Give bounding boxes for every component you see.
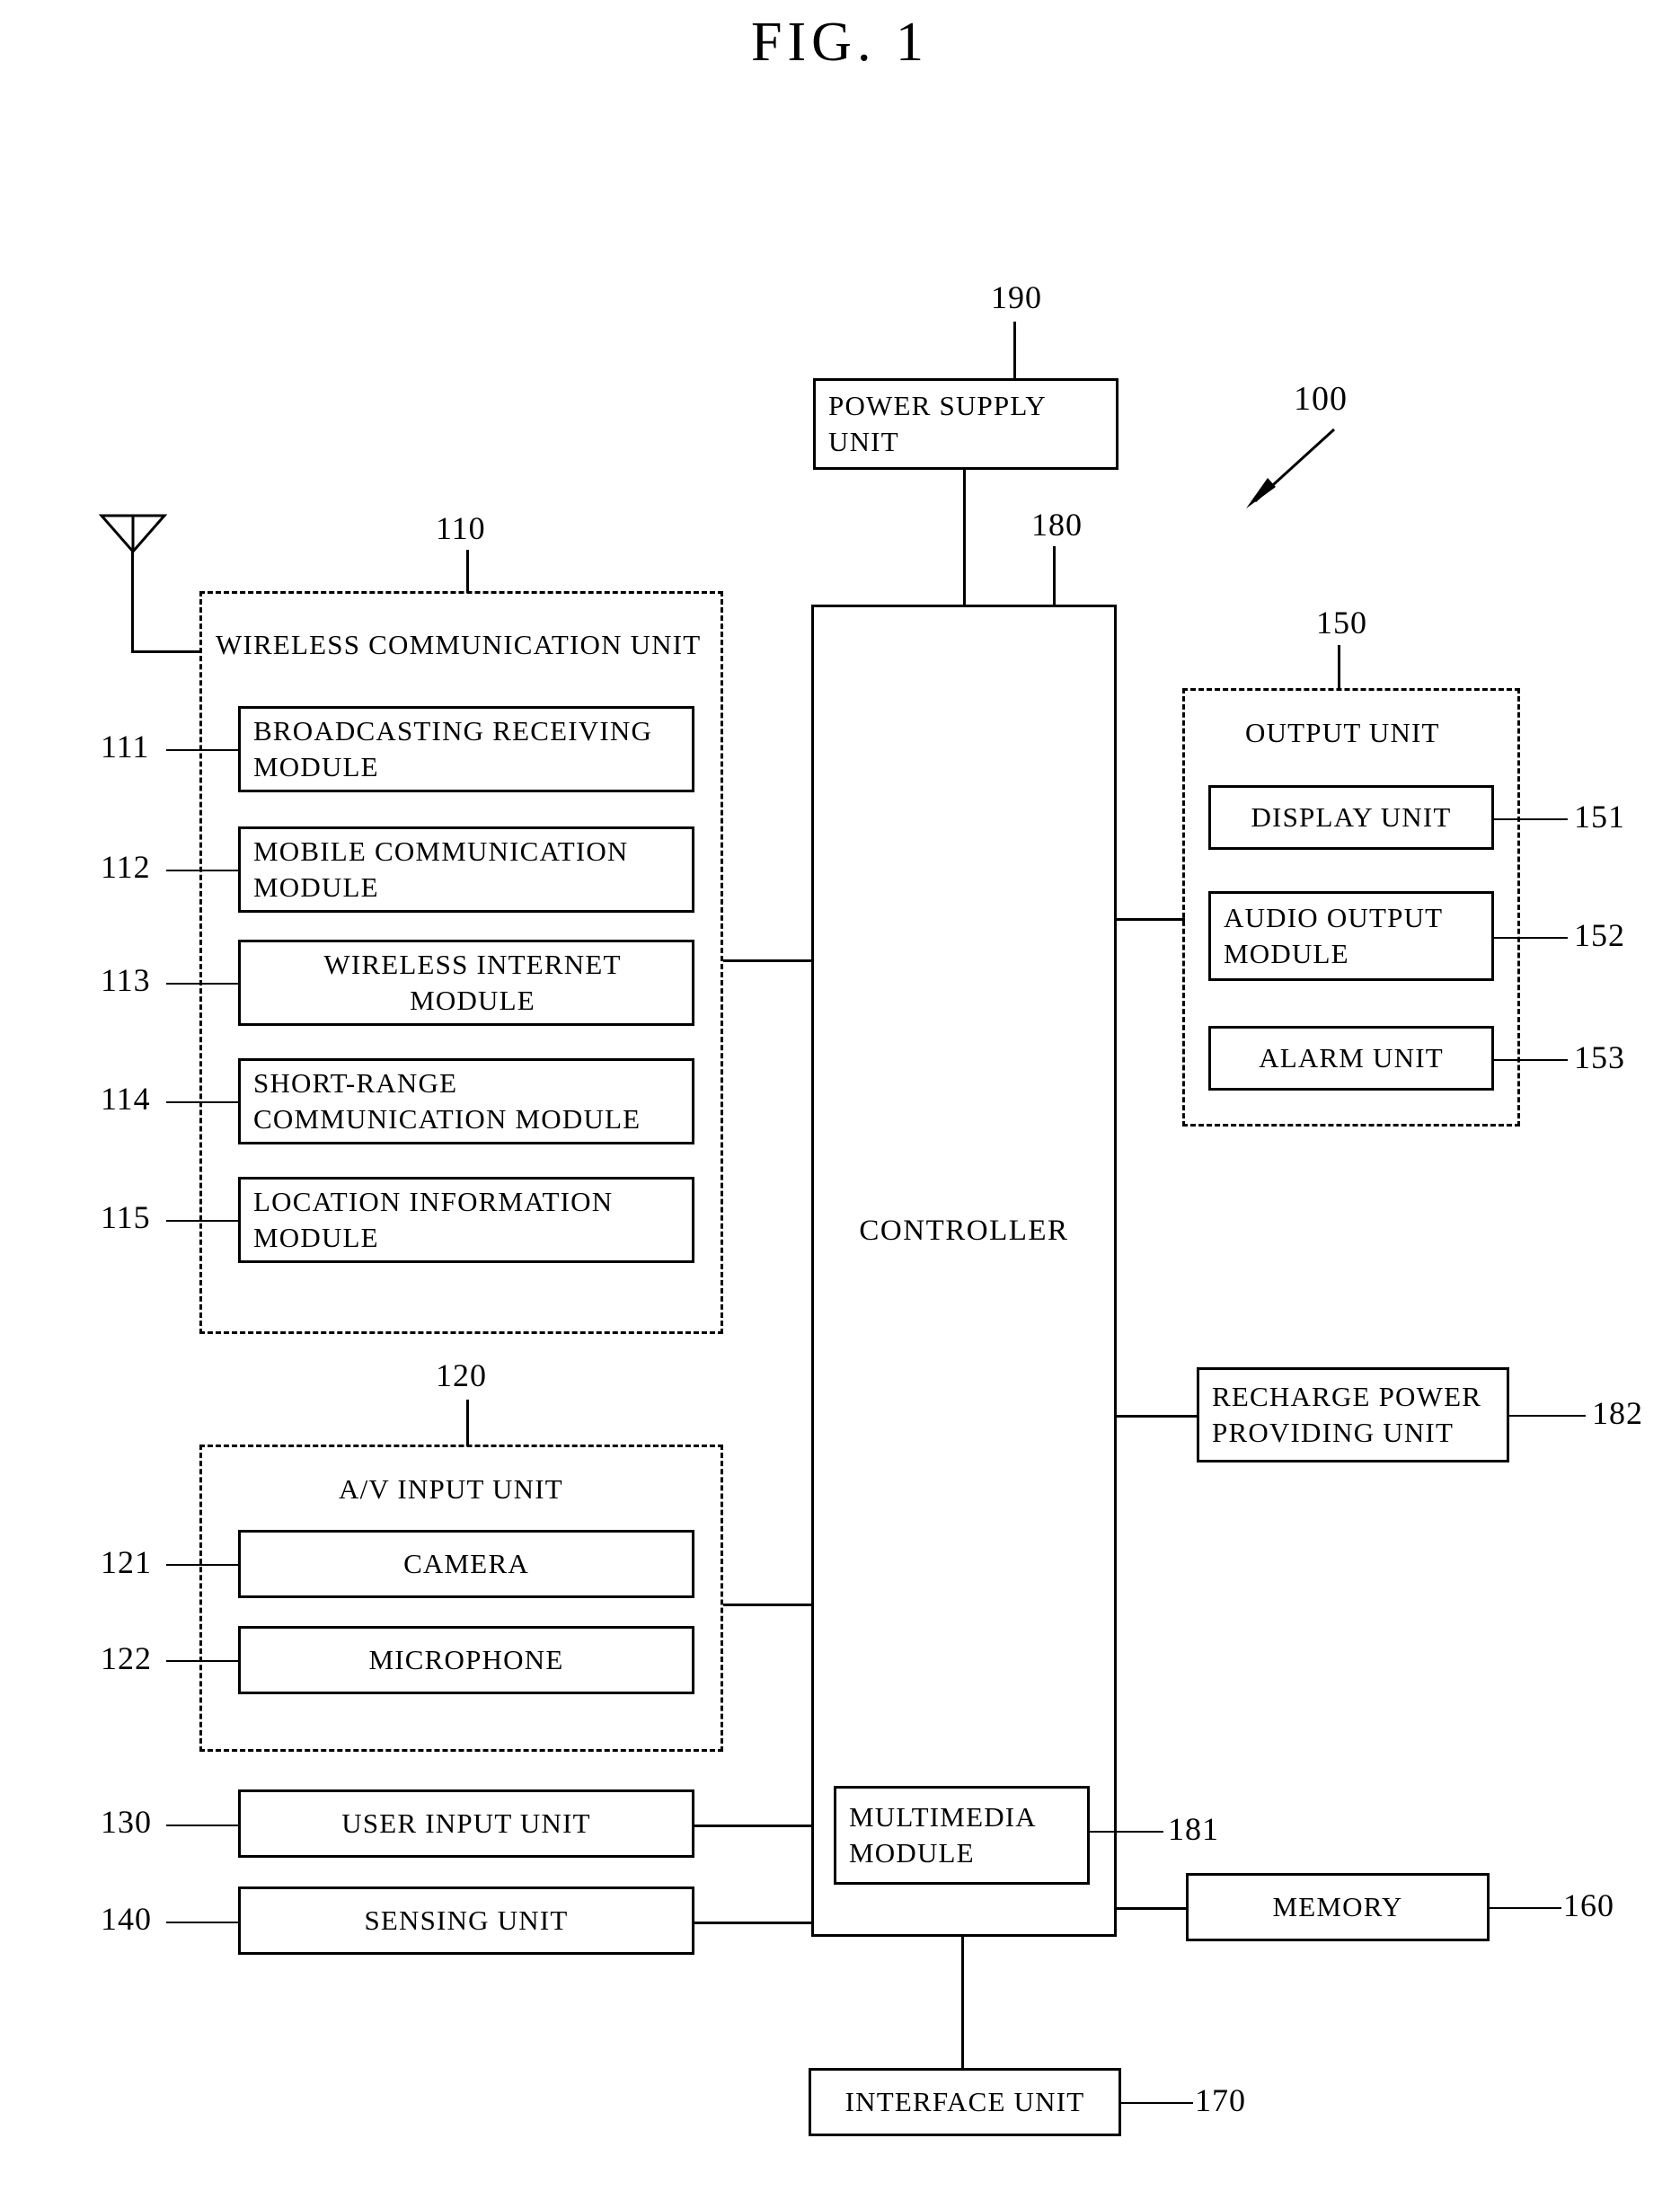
- user-input-to-controller-line: [694, 1825, 813, 1827]
- power-supply-unit-box[interactable]: POWER SUPPLY UNIT: [813, 378, 1119, 470]
- ref-170-leader: [1121, 2102, 1193, 2104]
- user-input-unit-label: USER INPUT UNIT: [341, 1807, 591, 1840]
- memory-box[interactable]: MEMORY: [1186, 1873, 1490, 1941]
- ref-190-leader: [1013, 322, 1016, 378]
- alarm-unit-box[interactable]: ALARM UNIT: [1208, 1026, 1494, 1091]
- ref-115: 115: [101, 1199, 151, 1235]
- ref-121-leader: [166, 1564, 240, 1566]
- ref-121: 121: [101, 1544, 152, 1580]
- wireless-communication-unit-title: WIRELESS COMMUNICATION UNIT: [216, 629, 702, 660]
- controller-to-recharge-line: [1117, 1415, 1199, 1418]
- location-information-module-box[interactable]: LOCATION INFORMATION MODULE: [238, 1177, 694, 1263]
- ref-100: 100: [1294, 380, 1348, 418]
- antenna-mast-line: [131, 550, 134, 650]
- ref-115-leader: [166, 1220, 240, 1222]
- ref-120: 120: [436, 1357, 487, 1393]
- wireless-internet-module-box[interactable]: WIRELESS INTERNET MODULE: [238, 940, 694, 1026]
- ref-120-leader: [466, 1400, 469, 1446]
- ref-181-leader: [1090, 1831, 1163, 1833]
- ref-180-leader: [1053, 546, 1056, 605]
- ref-122: 122: [101, 1640, 152, 1676]
- ref-153: 153: [1574, 1039, 1625, 1075]
- av-input-unit-title: A/V INPUT UNIT: [339, 1473, 563, 1505]
- ref-190: 190: [991, 279, 1042, 315]
- patent-figure-page: FIG. 1 WIRELESS COMMUNICATION UNIT 110 B…: [0, 0, 1680, 2209]
- microphone-box[interactable]: MICROPHONE: [238, 1626, 694, 1694]
- leader-arrow-icon: [1246, 428, 1336, 508]
- multimedia-module-label: MULTIMEDIA MODULE: [849, 1801, 1037, 1869]
- wireless-to-controller-line: [723, 959, 813, 962]
- audio-output-module-label: AUDIO OUTPUT MODULE: [1224, 902, 1444, 969]
- ref-170: 170: [1195, 2082, 1246, 2118]
- camera-label: CAMERA: [403, 1548, 529, 1580]
- short-range-communication-module-box[interactable]: SHORT-RANGE COMMUNICATION MODULE: [238, 1058, 694, 1144]
- ref-181: 181: [1168, 1811, 1219, 1847]
- ref-122-leader: [166, 1660, 240, 1662]
- ref-113: 113: [101, 962, 151, 998]
- ref-114: 114: [101, 1081, 151, 1117]
- broadcasting-receiving-module-box[interactable]: BROADCASTING RECEIVING MODULE: [238, 706, 694, 792]
- user-input-unit-box[interactable]: USER INPUT UNIT: [238, 1789, 694, 1858]
- ref-160-leader: [1490, 1907, 1561, 1909]
- power-supply-unit-label: POWER SUPPLY UNIT: [828, 390, 1047, 457]
- ref-130: 130: [101, 1804, 152, 1840]
- multimedia-module-box[interactable]: MULTIMEDIA MODULE: [834, 1786, 1090, 1885]
- output-unit-title: OUTPUT UNIT: [1245, 717, 1440, 748]
- power-to-controller-line: [963, 470, 966, 605]
- audio-output-module-box[interactable]: AUDIO OUTPUT MODULE: [1208, 891, 1494, 981]
- ref-182-leader: [1509, 1415, 1586, 1417]
- ref-150: 150: [1316, 605, 1367, 641]
- ref-140-leader: [166, 1922, 240, 1923]
- ref-110-leader: [466, 550, 469, 593]
- recharge-power-providing-unit-label: RECHARGE POWER PROVIDING UNIT: [1212, 1381, 1482, 1448]
- ref-130-leader: [166, 1825, 240, 1826]
- sensing-unit-label: SENSING UNIT: [364, 1904, 569, 1937]
- ref-151-leader: [1494, 818, 1568, 820]
- wireless-internet-module-label: WIRELESS INTERNET MODULE: [323, 949, 622, 1016]
- ref-140: 140: [101, 1901, 152, 1937]
- ref-111-leader: [166, 749, 240, 751]
- ref-150-leader: [1338, 645, 1340, 690]
- ref-152: 152: [1574, 917, 1625, 953]
- interface-unit-box[interactable]: INTERFACE UNIT: [809, 2068, 1121, 2136]
- sensing-to-controller-line: [694, 1922, 813, 1924]
- ref-160: 160: [1563, 1887, 1614, 1923]
- ref-110: 110: [436, 510, 486, 546]
- av-to-controller-line: [723, 1604, 813, 1606]
- memory-label: MEMORY: [1272, 1891, 1403, 1923]
- microphone-label: MICROPHONE: [368, 1644, 564, 1676]
- broadcasting-receiving-module-label: BROADCASTING RECEIVING MODULE: [253, 715, 653, 782]
- interface-unit-label: INTERFACE UNIT: [844, 2086, 1085, 2118]
- mobile-communication-module-label: MOBILE COMMUNICATION MODULE: [253, 835, 629, 903]
- controller-to-interface-line: [961, 1936, 964, 2068]
- alarm-unit-label: ALARM UNIT: [1259, 1042, 1444, 1074]
- location-information-module-label: LOCATION INFORMATION MODULE: [253, 1186, 614, 1253]
- ref-182: 182: [1592, 1395, 1643, 1431]
- recharge-power-providing-unit-box[interactable]: RECHARGE POWER PROVIDING UNIT: [1197, 1367, 1509, 1462]
- display-unit-box[interactable]: DISPLAY UNIT: [1208, 785, 1494, 850]
- ref-112: 112: [101, 849, 151, 885]
- figure-title: FIG. 1: [751, 12, 929, 73]
- ref-114-leader: [166, 1101, 240, 1103]
- ref-111: 111: [101, 729, 150, 764]
- antenna-to-wireless-line: [131, 650, 201, 653]
- ref-151: 151: [1574, 799, 1625, 835]
- mobile-communication-module-box[interactable]: MOBILE COMMUNICATION MODULE: [238, 826, 694, 913]
- ref-113-leader: [166, 983, 240, 985]
- sensing-unit-box[interactable]: SENSING UNIT: [238, 1886, 694, 1955]
- ref-180: 180: [1031, 507, 1083, 543]
- controller-to-output-line: [1117, 918, 1185, 921]
- camera-box[interactable]: CAMERA: [238, 1530, 694, 1598]
- controller-label: CONTROLLER: [859, 1215, 1069, 1247]
- ref-153-leader: [1494, 1059, 1568, 1061]
- controller-box[interactable]: [811, 605, 1117, 1937]
- display-unit-label: DISPLAY UNIT: [1251, 801, 1452, 834]
- short-range-communication-module-label: SHORT-RANGE COMMUNICATION MODULE: [253, 1067, 641, 1135]
- ref-152-leader: [1494, 937, 1568, 939]
- controller-to-memory-line: [1117, 1907, 1189, 1910]
- ref-112-leader: [166, 870, 240, 871]
